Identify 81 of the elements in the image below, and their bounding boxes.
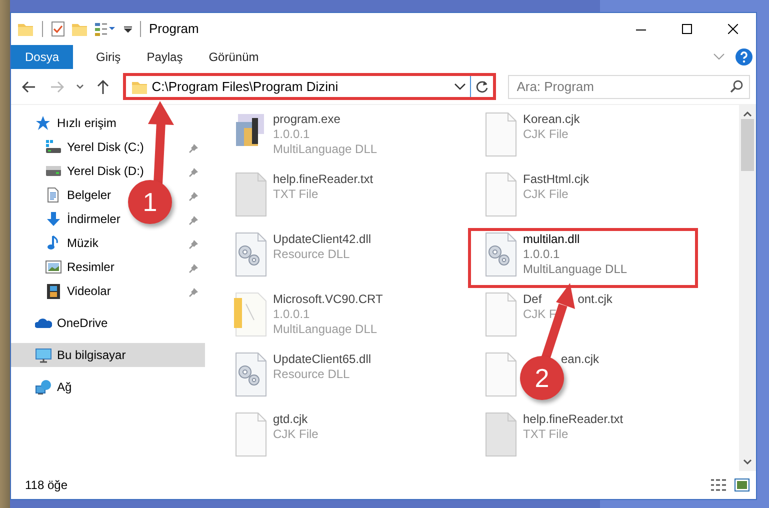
file-detail: TXT File	[273, 187, 320, 202]
nav-item[interactable]: İndirmeler	[67, 210, 120, 228]
back-arrow-icon[interactable]	[22, 80, 36, 92]
file-detail: MultiLanguage DLL	[273, 142, 378, 157]
file-detail: TXT File	[523, 427, 570, 442]
nav-item[interactable]: Yerel Disk (D:)	[67, 162, 144, 180]
scroll-down-icon[interactable]	[743, 459, 752, 465]
network-icon	[35, 379, 52, 395]
forward-arrow-icon[interactable]	[50, 80, 64, 92]
star-icon	[35, 115, 52, 131]
pin-icon[interactable]	[189, 214, 199, 225]
properties-icon[interactable]	[94, 21, 116, 37]
pin-icon[interactable]	[189, 142, 199, 153]
pin-icon[interactable]	[189, 286, 199, 297]
film-icon	[45, 283, 62, 299]
file-name[interactable]: help.fineReader.txt	[273, 172, 374, 187]
image-icon	[45, 259, 62, 275]
scroll-up-icon[interactable]	[743, 111, 752, 117]
file-name[interactable]: UpdateClient42.dll	[273, 232, 372, 247]
checklist-icon[interactable]	[51, 21, 65, 37]
ribbon-tab[interactable]: Dosya	[11, 45, 74, 69]
close-icon[interactable]	[728, 24, 738, 34]
search-field[interactable]: Ara: Program	[508, 74, 750, 98]
folder-icon	[17, 21, 34, 37]
pin-icon[interactable]	[189, 166, 199, 177]
ribbon-tab[interactable]: Giriş	[83, 45, 134, 69]
chevron-down-icon[interactable]	[454, 82, 466, 90]
file-detail: MultiLanguage DLL	[523, 262, 628, 277]
file-detail: CJK File	[523, 127, 570, 142]
caret-icon[interactable]	[76, 84, 84, 90]
refresh-icon[interactable]	[474, 80, 489, 94]
pin-icon[interactable]	[189, 190, 199, 201]
nav-item[interactable]: Ağ	[57, 378, 72, 396]
nav-item[interactable]: Müzik	[67, 234, 98, 252]
nav-item[interactable]: Hızlı erişim	[57, 114, 116, 132]
file-detail: CJK File	[273, 427, 318, 442]
file-detail: 1.0.0.1	[273, 307, 311, 322]
file-detail: CJK File	[523, 187, 570, 202]
pin-icon[interactable]	[189, 262, 199, 273]
drive-icon	[45, 163, 62, 179]
file-detail: Resource DLL	[273, 247, 351, 262]
drive-icon	[45, 139, 62, 155]
search-icon[interactable]	[730, 80, 744, 93]
maximize-icon[interactable]	[682, 24, 692, 34]
file-detail: CJK F	[523, 307, 558, 322]
file-name[interactable]: Microsoft.VC90.CRT	[273, 292, 383, 307]
details-view-icon[interactable]	[710, 478, 726, 492]
file-name[interactable]: Korean.cjk	[523, 112, 580, 127]
up-arrow-icon[interactable]	[96, 80, 109, 94]
ribbon-tab[interactable]: Görünüm	[196, 45, 272, 69]
file-detail: 1.0.0.1	[273, 127, 311, 142]
file-name[interactable]: FastHtml.cjk	[523, 172, 589, 187]
caret-icon[interactable]	[124, 25, 132, 33]
file-detail: Resource DLL	[273, 367, 351, 382]
window-title: Program	[149, 20, 199, 38]
address-input[interactable]: C:\Program Files\Program Dizini	[148, 76, 454, 96]
file-detail: MultiLanguage DLL	[273, 322, 378, 337]
file-name[interactable]: ont.cjk	[578, 292, 612, 307]
help-icon[interactable]	[735, 48, 753, 66]
ribbon-tab[interactable]: Paylaş	[134, 45, 196, 69]
monitor-icon	[35, 347, 52, 363]
large-icons-view-icon[interactable]	[734, 478, 750, 492]
download-icon	[45, 211, 62, 227]
file-name[interactable]: UpdateClient65.dll	[273, 352, 372, 367]
item-count: 118 öğe	[25, 477, 68, 494]
file-name[interactable]: program.exe	[273, 112, 340, 127]
nav-item[interactable]: OneDrive	[57, 314, 108, 332]
nav-item[interactable]: Videolar	[67, 282, 111, 300]
nav-item[interactable]: Resimler	[67, 258, 114, 276]
file-name[interactable]: multilan.dll	[523, 232, 580, 247]
scrollbar-thumb[interactable]	[741, 119, 754, 171]
pin-icon[interactable]	[189, 238, 199, 249]
nav-item[interactable]: Yerel Disk (C:)	[67, 138, 144, 156]
file-name[interactable]: Def	[523, 292, 542, 307]
nav-item[interactable]: Bu bilgisayar	[57, 346, 126, 364]
file-detail: 1.0.0.1	[523, 247, 561, 262]
file-name[interactable]: help.fineReader.txt	[523, 412, 624, 427]
nav-item[interactable]: Belgeler	[67, 186, 112, 204]
folder-icon[interactable]	[71, 21, 88, 37]
file-name[interactable]: gtd.cjk	[273, 412, 308, 427]
file-name[interactable]: ean.cjk	[561, 352, 600, 367]
